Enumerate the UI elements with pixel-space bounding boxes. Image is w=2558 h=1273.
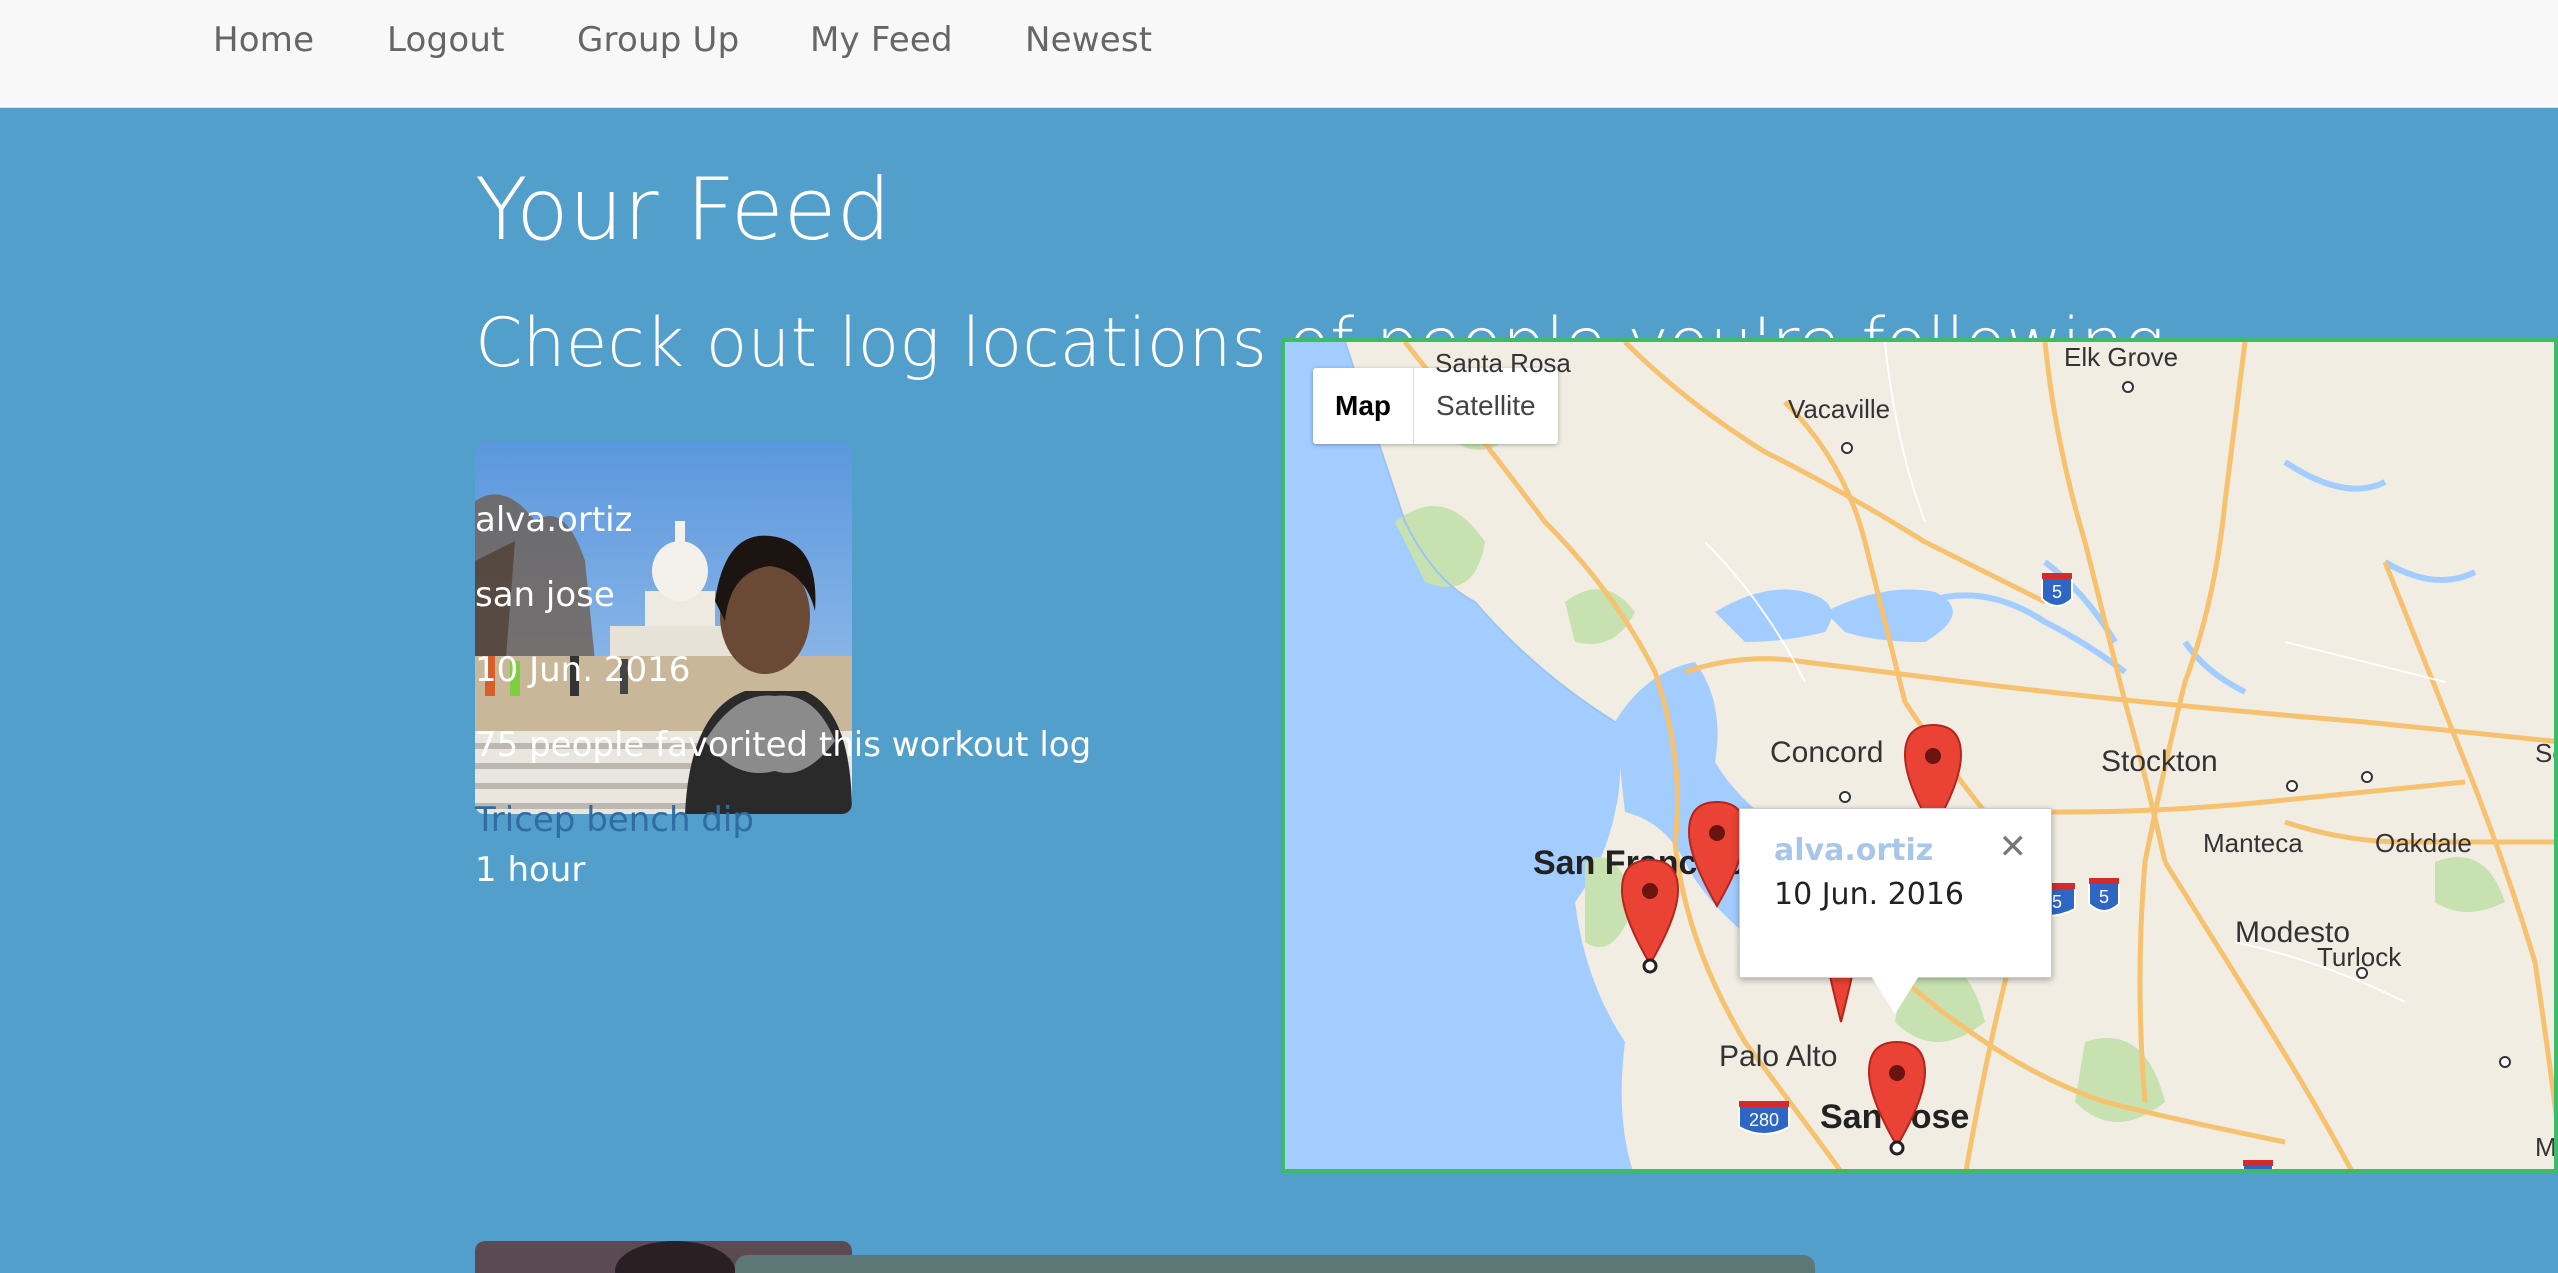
nav-newest-link[interactable]: Newest <box>1025 20 1152 60</box>
map-view[interactable]: Map Satellite Santa Rosa Vacaville Elk G… <box>1281 338 2558 1173</box>
feed-date: 10 Jun. 2016 <box>475 650 691 690</box>
nav-group-up-link[interactable]: Group Up <box>577 20 739 60</box>
nav-my-feed-link[interactable]: My Feed <box>810 20 953 60</box>
exercise-link[interactable]: Tricep bench dip <box>475 800 754 840</box>
close-icon[interactable]: ✕ <box>1999 827 2028 867</box>
nav-home-link[interactable]: Home <box>213 20 314 60</box>
info-window-date: 10 Jun. 2016 <box>1774 877 1965 912</box>
svg-text:5: 5 <box>2253 1169 2263 1173</box>
feed-favorites-count: 75 people favorited this workout log <box>475 725 1092 765</box>
feed-location: san jose <box>475 575 615 615</box>
map-marker[interactable] <box>1620 858 1680 966</box>
map-info-window: alva.ortiz 10 Jun. 2016 ✕ <box>1739 808 2052 978</box>
info-window-username-link[interactable]: alva.ortiz <box>1774 833 1933 868</box>
bottom-overlay-bar <box>735 1255 1815 1273</box>
map-marker[interactable] <box>1687 800 1747 908</box>
map-marker[interactable] <box>1867 1040 1927 1148</box>
info-window-tail <box>1871 976 1919 1014</box>
page-title: Your Feed <box>475 160 892 260</box>
exercise-duration: 1 hour <box>475 850 586 890</box>
nav-logout-link[interactable]: Logout <box>387 20 505 60</box>
feed-username: alva.ortiz <box>475 500 633 540</box>
top-navbar: Home Logout Group Up My Feed Newest <box>0 0 2558 108</box>
map-markers <box>1620 723 1963 1156</box>
